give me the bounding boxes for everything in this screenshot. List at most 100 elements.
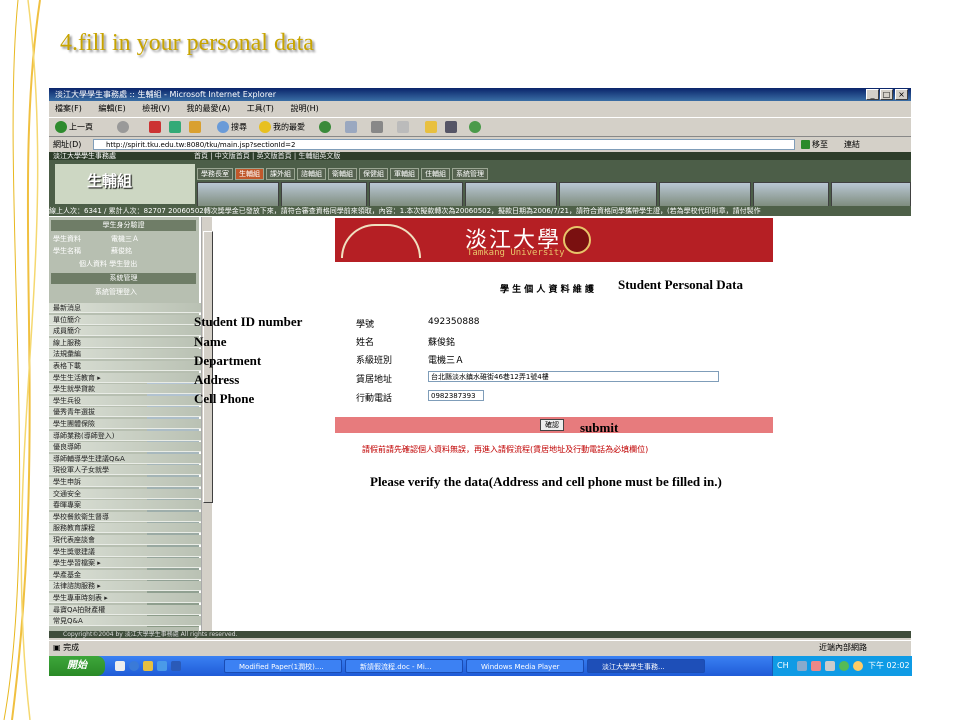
sidebar-menu-item[interactable]: 學生獎懲建議 (49, 546, 209, 557)
sidebar-menu-item[interactable]: 學生申訴 (49, 477, 209, 487)
taskbar-item-leave-doc[interactable]: 新請假流程.doc - Mi... (345, 659, 463, 673)
confirm-button[interactable]: 確認 (540, 419, 564, 431)
taskbar-item-paper[interactable]: Modified Paper(1潤校).... (224, 659, 342, 673)
sidebar-menu-item[interactable]: 學校餐飲衛生督導 (49, 511, 209, 522)
slide-title: 4.fill in your personal data (60, 30, 314, 56)
sidebar-menu-item[interactable]: 學生兵役 (49, 395, 209, 406)
sidebar-menu-item[interactable]: 學生學習檔案 ▸ (49, 558, 209, 569)
security-icon[interactable] (853, 661, 863, 671)
menu-help[interactable]: 說明(H) (290, 104, 318, 113)
sidebar-menu-item[interactable]: 法規彙編 (49, 349, 209, 360)
stop-button[interactable] (149, 121, 163, 133)
tab-system-admin[interactable]: 系統管理 (452, 168, 488, 180)
menu-edit[interactable]: 編輯(E) (98, 104, 125, 113)
address-bar: 網址(D) http://spirit.tku.edu.tw:8080/tku/… (49, 138, 911, 152)
tab-health-guidance[interactable]: 衛輔組 (328, 168, 357, 180)
back-button[interactable]: 上一頁 (55, 121, 93, 133)
sidebar-menu-item[interactable]: 學生就學貸款 (49, 384, 209, 395)
sidebar-menu-item[interactable]: 單位簡介 (49, 314, 209, 325)
volume-icon[interactable] (825, 661, 835, 671)
sidebar-menu-item[interactable]: 優良導師 (49, 442, 209, 453)
close-button[interactable]: × (895, 89, 908, 100)
annotation-verify-note: Please verify the data(Address and cell … (370, 474, 722, 489)
address-input[interactable]: 台北縣淡水鎮水碓街46巷12弄1號4樓 (428, 371, 719, 382)
menu-view[interactable]: 檢視(V) (142, 104, 170, 113)
research-icon (445, 121, 457, 133)
history-button[interactable] (319, 121, 333, 133)
print-icon (371, 121, 383, 133)
tab-extracurricular[interactable]: 課外組 (266, 168, 295, 180)
messenger-button[interactable] (469, 121, 483, 133)
maximize-button[interactable]: □ (880, 89, 893, 100)
go-button[interactable]: 移至 (801, 138, 828, 152)
favorites-button[interactable]: 我的最愛 (259, 121, 305, 133)
network-icon[interactable] (839, 661, 849, 671)
tray-icon[interactable] (811, 661, 821, 671)
outlook-icon[interactable] (157, 661, 167, 671)
sidebar-menu-item[interactable]: 最新消息 (49, 303, 209, 313)
start-button[interactable]: 開始 (49, 656, 105, 676)
refresh-button[interactable] (169, 121, 183, 133)
sidebar-menu-item[interactable]: 學產基金 (49, 569, 209, 580)
field-value-name: 蘇俊銘 (428, 338, 456, 348)
submit-bar: 確認 (335, 417, 773, 433)
sidebar-menu-item[interactable]: 線上服務 (49, 337, 209, 348)
student-info-label: 學生資料 (53, 235, 81, 243)
menu-favorites[interactable]: 我的最愛(A) (187, 104, 231, 113)
sidebar-menu-item[interactable]: 學生專車時刻表 ▸ (49, 593, 209, 603)
folder-icon[interactable] (143, 661, 153, 671)
sidebar-menu-item[interactable]: 春暉專案 (49, 500, 209, 511)
print-button[interactable] (371, 121, 385, 133)
sidebar-menu-item[interactable]: 現代表座談會 (49, 535, 209, 545)
sidebar-menu-item[interactable]: 學生生活教育 ▸ (49, 372, 209, 383)
tray-icon[interactable] (797, 661, 807, 671)
forward-button[interactable] (117, 121, 131, 133)
admin-login-link[interactable]: 系統管理登入 (95, 287, 137, 297)
sidebar-menu-item[interactable]: 成員簡介 (49, 326, 209, 337)
tab-health-care[interactable]: 保健組 (359, 168, 388, 180)
taskbar-item-tku-browser[interactable]: 淡江大學學生事務... (587, 659, 705, 673)
ie-icon[interactable] (129, 661, 139, 671)
tab-counseling[interactable]: 諮輔組 (297, 168, 326, 180)
annotation-address: Address (194, 372, 240, 387)
folder-button[interactable] (425, 121, 439, 133)
sidebar-menu-item[interactable]: 常見Q&A (49, 616, 209, 627)
sidebar-menu-item[interactable]: 服務教育課程 (49, 523, 209, 534)
home-button[interactable] (189, 121, 203, 133)
sidebar-menu-item[interactable]: 導師輔導學生建議Q&A (49, 453, 209, 464)
sidebar-menu-item[interactable]: 表格下載 (49, 361, 209, 371)
page-scrollbar[interactable] (201, 217, 213, 631)
field-value-department: 電機三Ａ (428, 356, 465, 366)
tab-military[interactable]: 軍輔組 (390, 168, 419, 180)
sidebar-account-links[interactable]: 個人資料 學生登出 (79, 259, 137, 269)
research-button[interactable] (445, 121, 459, 133)
menu-file[interactable]: 檔案(F) (55, 104, 82, 113)
sidebar-menu-item[interactable]: 優秀青年選拔 (49, 407, 209, 418)
taskbar-item-media-player[interactable]: Windows Media Player (466, 659, 584, 673)
mail-button[interactable] (345, 121, 359, 133)
menu-tools[interactable]: 工具(T) (247, 104, 274, 113)
sidebar-menu-item[interactable]: 學生團體保險 (49, 419, 209, 429)
sidebar-menu-item[interactable]: 法律諮詢服務 ▸ (49, 581, 209, 592)
search-button[interactable]: 搜尋 (217, 121, 247, 133)
site-nav-links[interactable]: 首頁 | 中文版首頁 | 英文版首頁 | 生輔組英文版 (194, 152, 340, 160)
url-input[interactable]: http://spirit.tku.edu.tw:8080/tku/main.j… (93, 139, 795, 150)
sidebar-menu-item[interactable]: 交通安全 (49, 488, 209, 499)
links-button[interactable]: 連結 (844, 138, 860, 152)
folder-icon (425, 121, 437, 133)
sidebar-menu-item[interactable]: 尋寶QA拍財產權 (49, 604, 209, 615)
sidebar-menu-item[interactable]: 導師業務(導師登入) (49, 430, 209, 441)
tab-student-guidance[interactable]: 生輔組 (235, 168, 264, 180)
tab-dean-office[interactable]: 學務長室 (197, 168, 233, 180)
cell-phone-input[interactable]: 0982387393 (428, 390, 484, 401)
logo-english: Tamkang University (467, 248, 565, 258)
tab-housing[interactable]: 住輔組 (421, 168, 450, 180)
word-icon[interactable] (171, 661, 181, 671)
sidebar-menu-item[interactable]: 現役軍人子女就學 (49, 465, 209, 476)
language-indicator[interactable]: CH (777, 656, 789, 676)
desktop-icon[interactable] (115, 661, 125, 671)
news-ticker: 線上人次：6341 / 累計人次：82707 20060502轉次獎學金已發放下… (49, 206, 911, 216)
minimize-button[interactable]: _ (866, 89, 879, 100)
field-value-student-id: 492350888 (428, 317, 480, 327)
edit-button[interactable] (397, 121, 411, 133)
